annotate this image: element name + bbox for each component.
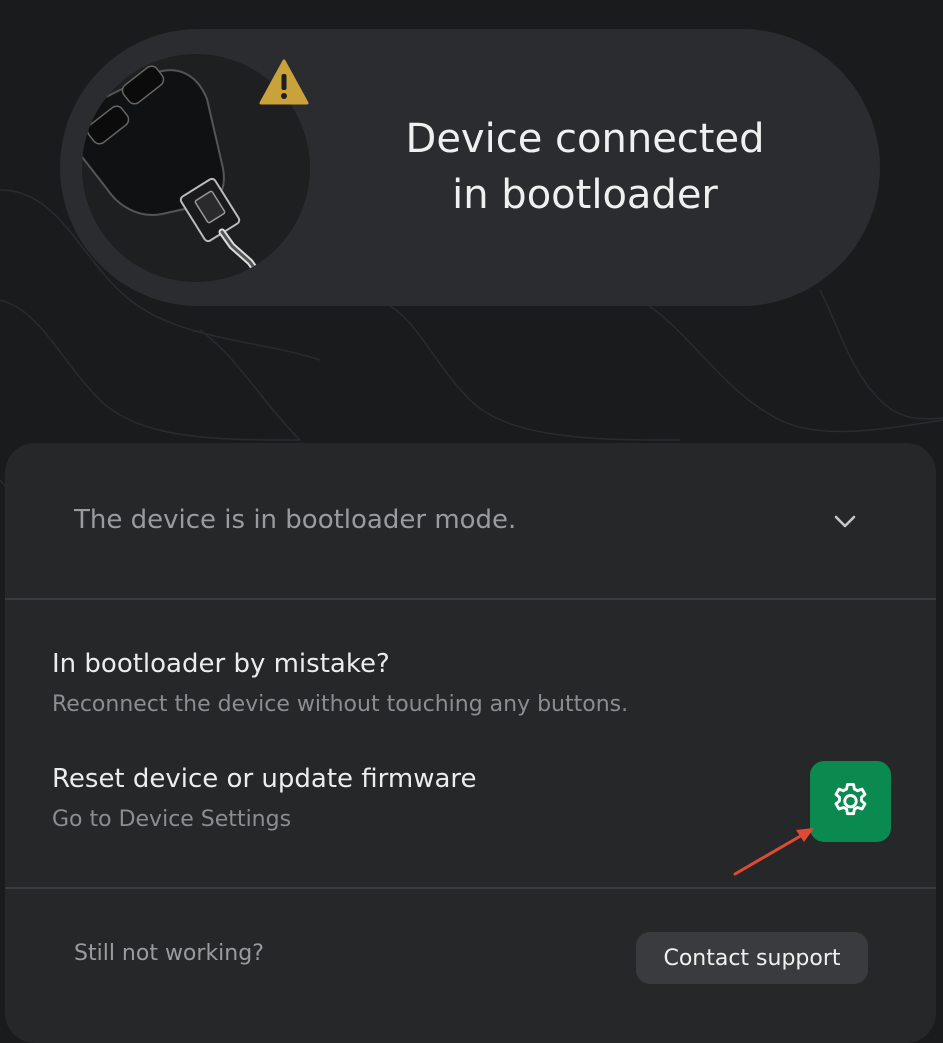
reset-firmware-row: Reset device or update firmware Go to De…: [52, 762, 477, 835]
device-status-hero: Device connected in bootloader: [60, 29, 880, 306]
bootloader-mode-expander[interactable]: The device is in bootloader mode.: [5, 443, 936, 600]
bootloader-mistake-row: In bootloader by mistake? Reconnect the …: [52, 647, 628, 720]
device-settings-button[interactable]: [810, 761, 891, 842]
title-line-1: Device connected: [405, 116, 765, 162]
contact-support-button[interactable]: Contact support: [636, 932, 868, 984]
footer-divider: [5, 887, 936, 889]
row-subtitle: Go to Device Settings: [52, 807, 292, 832]
row-title: In bootloader by mistake?: [52, 649, 390, 679]
troubleshooting-card: The device is in bootloader mode. In boo…: [5, 443, 936, 1043]
chevron-down-icon: [834, 515, 856, 528]
device-status-title: Device connected in bootloader: [360, 111, 810, 223]
expander-label: The device is in bootloader mode.: [74, 505, 517, 535]
still-not-working-label: Still not working?: [74, 941, 264, 966]
row-title: Reset device or update firmware: [52, 764, 477, 794]
row-subtitle: Reconnect the device without touching an…: [52, 692, 629, 717]
gear-icon: [834, 783, 867, 816]
warning-icon: [259, 59, 309, 105]
title-line-2: in bootloader: [452, 172, 718, 218]
